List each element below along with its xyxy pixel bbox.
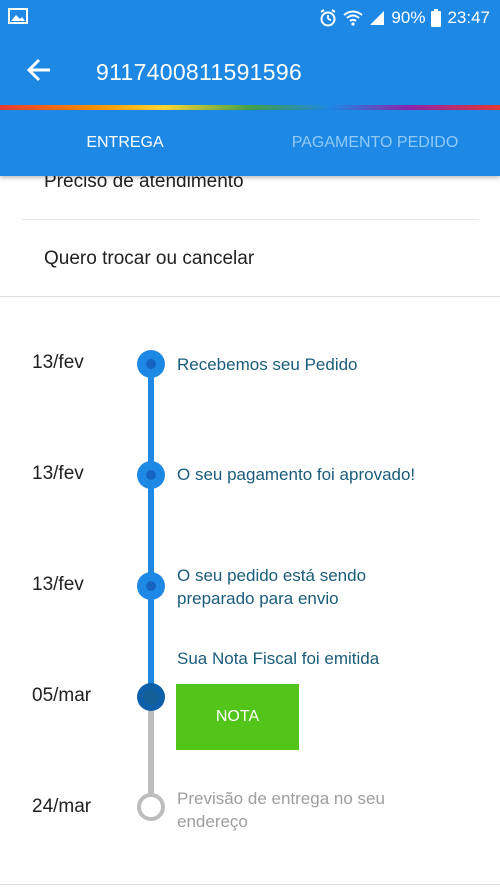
- timeline-dot-future: [137, 793, 165, 821]
- timeline-dot-current: [137, 683, 165, 711]
- timeline-line-pending: [148, 696, 154, 808]
- timeline-date: 13/fev: [32, 463, 84, 484]
- timeline-date: 13/fev: [32, 352, 84, 373]
- image-icon: [8, 7, 28, 29]
- timeline-label: Sua Nota Fiscal foi emitida: [177, 649, 380, 668]
- signal-icon: [369, 10, 385, 26]
- timeline-line-completed: [148, 364, 154, 696]
- timeline-date: 05/mar: [32, 685, 92, 706]
- tab-entrega[interactable]: ENTREGA: [0, 110, 250, 176]
- clock: 23:47: [447, 8, 490, 27]
- arrow-left-icon: [26, 57, 52, 88]
- nota-fiscal-button[interactable]: NOTA: [176, 684, 299, 750]
- timeline-date: 24/mar: [32, 796, 92, 817]
- back-button[interactable]: [0, 36, 78, 108]
- tab-bar: ENTREGA PAGAMENTO PEDIDO: [0, 110, 500, 176]
- wifi-icon: [343, 10, 364, 26]
- timeline-dot-done: [137, 461, 165, 489]
- battery-icon: [431, 9, 442, 27]
- battery-percent: 90%: [391, 8, 426, 27]
- alarm-icon: [319, 9, 337, 27]
- timeline-label: Previsão de entrega no seu endereço: [177, 789, 385, 831]
- timeline-label: Recebemos seu Pedido: [177, 355, 358, 374]
- app-bar: 9117400811591596: [0, 36, 500, 108]
- order-number-title: 9117400811591596: [96, 58, 303, 85]
- bottom-divider: [0, 884, 500, 885]
- timeline-label: O seu pedido está sendo preparado para e…: [177, 566, 367, 608]
- timeline-dot-done: [137, 572, 165, 600]
- tab-pagamento-pedido[interactable]: PAGAMENTO PEDIDO: [250, 110, 500, 176]
- content-area: Preciso de atendimento Quero trocar ou c…: [0, 176, 500, 889]
- timeline-dot-done: [137, 350, 165, 378]
- delivery-timeline: 13/fev Recebemos seu Pedido 13/fev O seu…: [0, 176, 500, 889]
- timeline-date: 13/fev: [32, 574, 84, 595]
- status-bar: 90% 23:47: [0, 0, 500, 36]
- timeline-label: O seu pagamento foi aprovado!: [177, 465, 416, 484]
